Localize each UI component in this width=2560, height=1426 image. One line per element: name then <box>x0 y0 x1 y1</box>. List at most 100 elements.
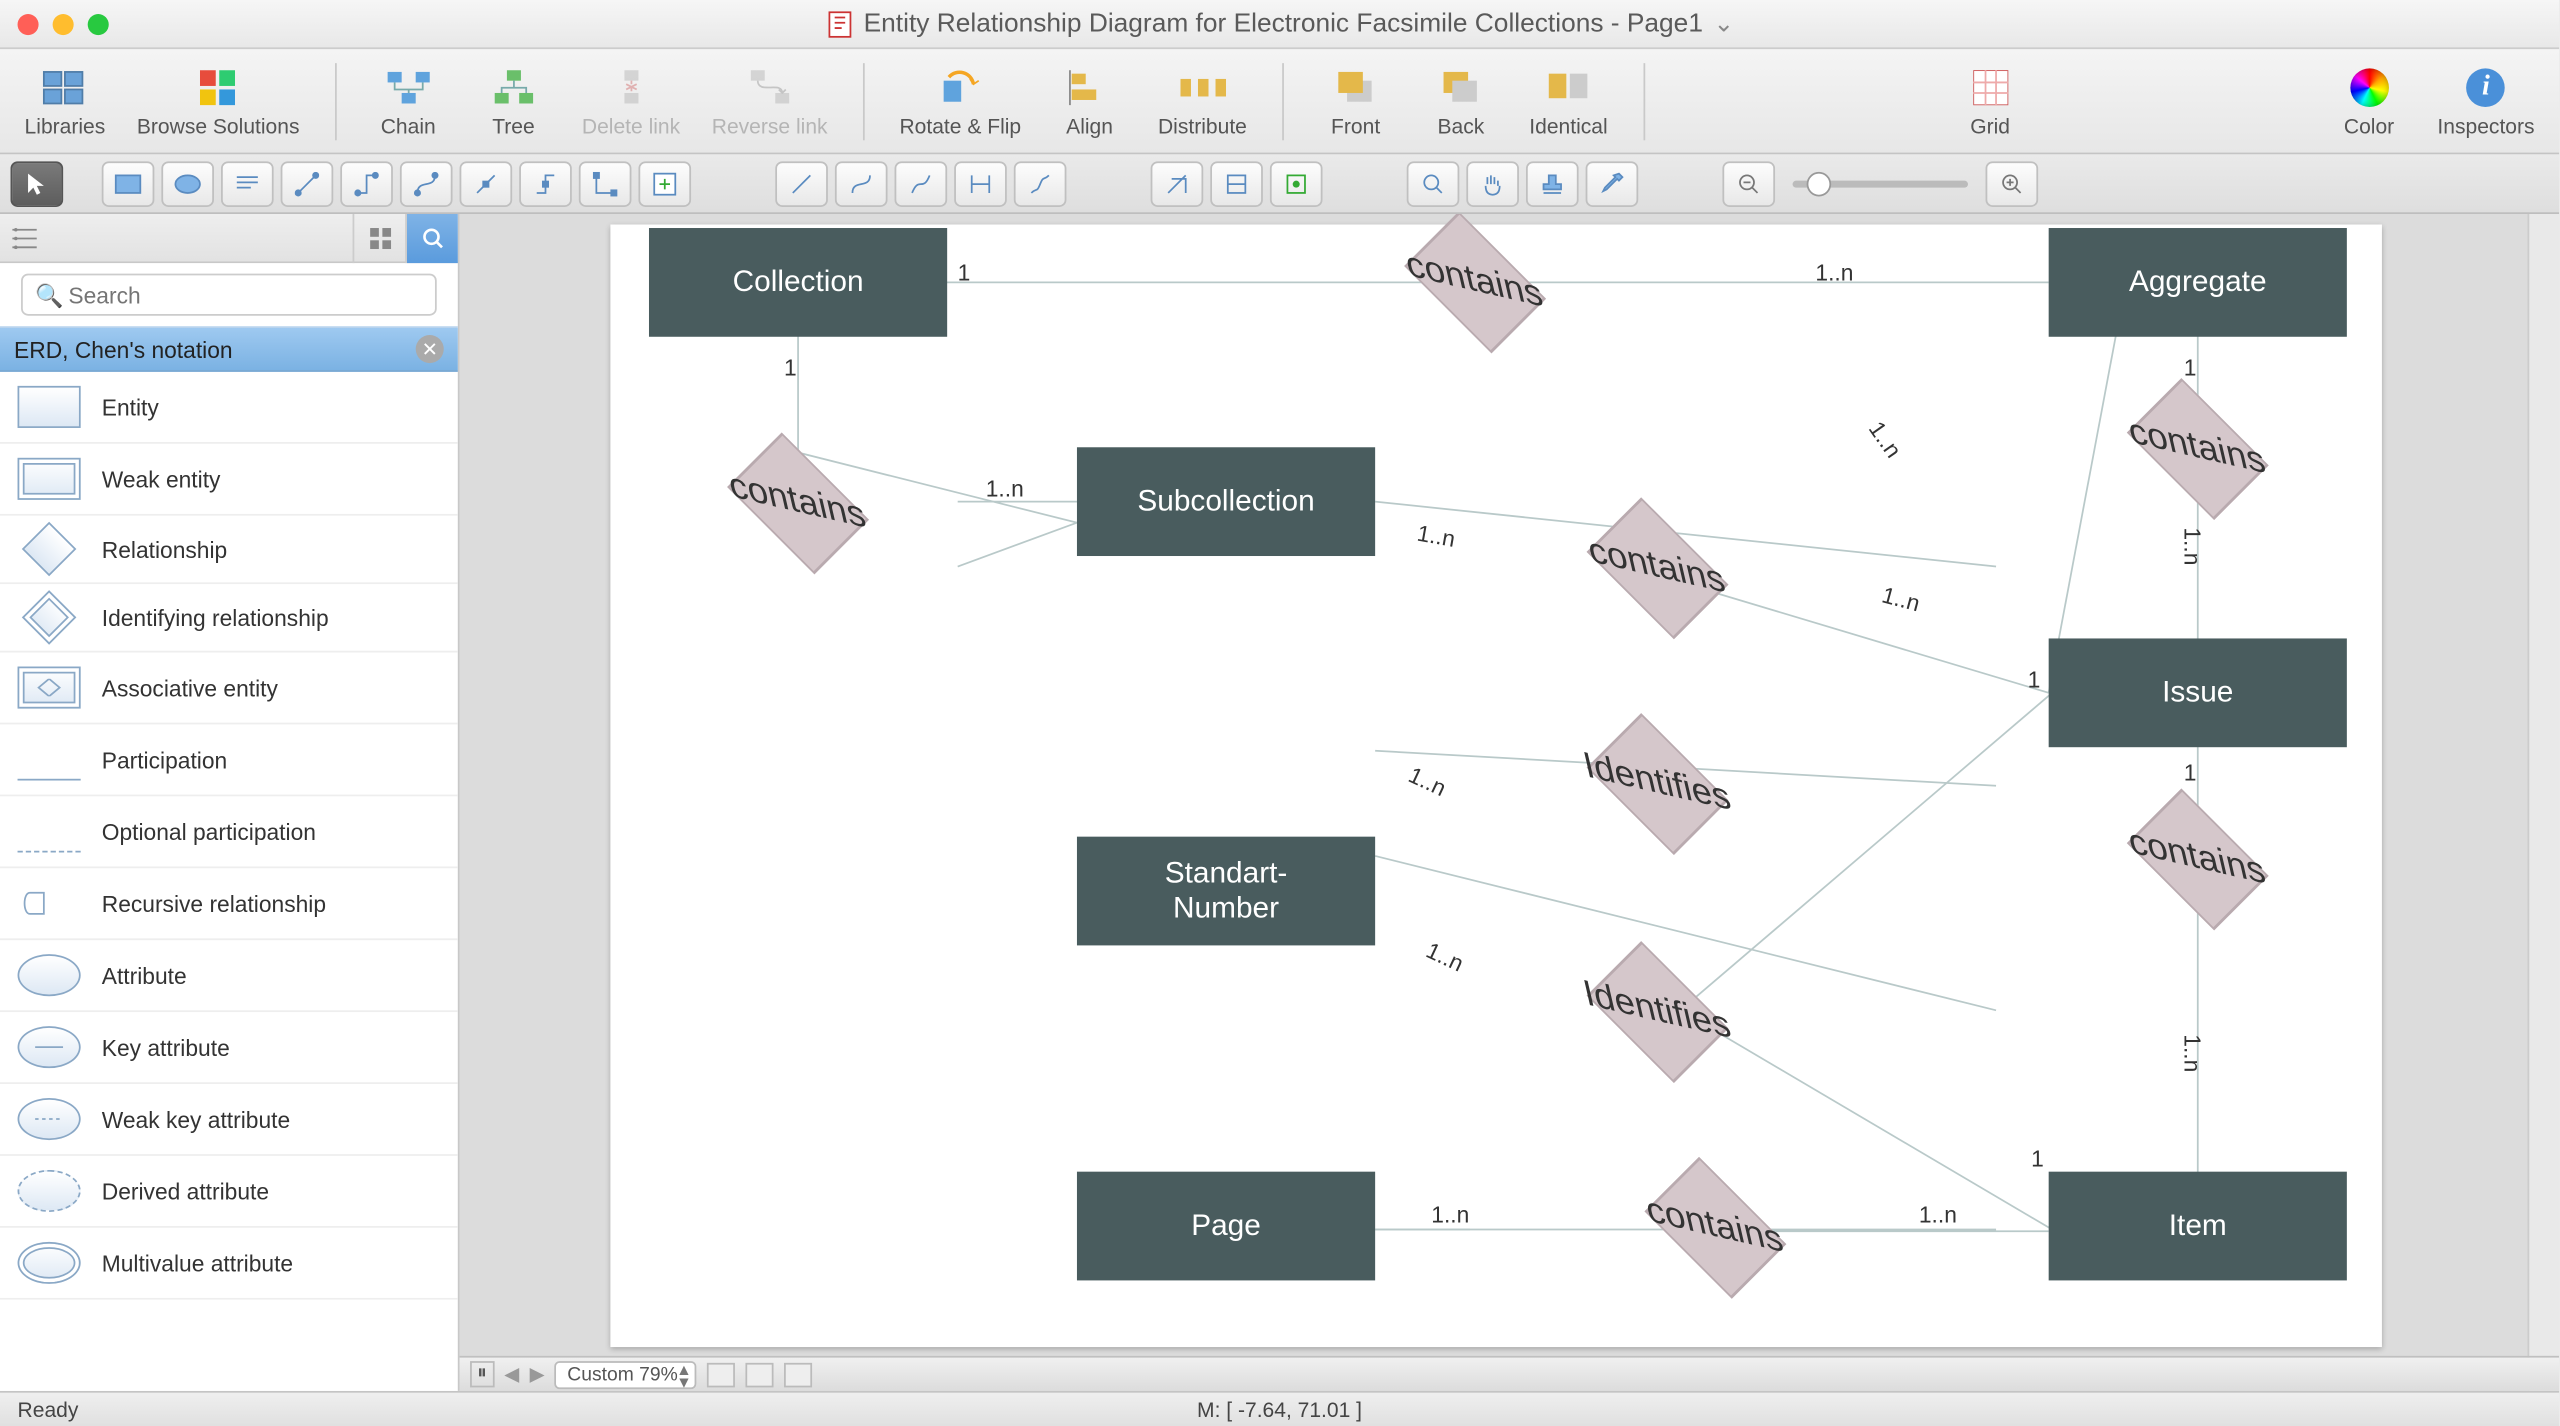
pause-icon[interactable]: ⏸ <box>470 1361 494 1387</box>
misc-tool-3[interactable] <box>1270 160 1323 206</box>
list-item[interactable]: Recursive relationship <box>0 868 458 940</box>
minimize-window[interactable] <box>53 13 74 34</box>
close-library-icon[interactable]: ✕ <box>416 335 444 363</box>
connector-tool-5[interactable] <box>519 160 572 206</box>
align-button[interactable]: Align <box>1046 53 1134 148</box>
list-item[interactable]: Attribute <box>0 940 458 1012</box>
next-page-button[interactable]: ▶ <box>530 1363 545 1386</box>
insert-shape-tool[interactable] <box>638 160 691 206</box>
connector-tool-1[interactable] <box>281 160 334 206</box>
search-tab[interactable] <box>405 213 458 262</box>
library-name: ERD, Chen's notation <box>14 336 233 362</box>
entity-item[interactable]: Item <box>2049 1172 2347 1281</box>
inspectors-button[interactable]: i Inspectors <box>2430 53 2541 148</box>
relationship-identifies-2[interactable]: Identifies <box>1619 973 1696 1050</box>
zoom-in-button[interactable] <box>1986 160 2039 206</box>
list-item[interactable]: Entity <box>0 372 458 444</box>
relationship-contains-3[interactable]: contains <box>1619 530 1696 607</box>
cardinality-label: 1 <box>784 354 797 380</box>
tree-icon <box>491 64 537 110</box>
window-title[interactable]: Entity Relationship Diagram for Electron… <box>825 9 1734 39</box>
zoom-window[interactable] <box>88 13 109 34</box>
reverse-link-button: Reverse link <box>705 53 835 148</box>
zoom-slider[interactable] <box>1793 180 1968 187</box>
entity-issue[interactable]: Issue <box>2049 638 2347 747</box>
entity-subcollection[interactable]: Subcollection <box>1077 447 1375 556</box>
search-input[interactable] <box>21 274 437 316</box>
vertical-scrollbar[interactable] <box>2528 214 2560 1391</box>
list-item[interactable]: Weak entity <box>0 444 458 516</box>
zoom-out-button[interactable] <box>1722 160 1775 206</box>
list-item[interactable]: Optional participation <box>0 796 458 868</box>
text-tool[interactable] <box>221 160 274 206</box>
entity-shape-icon <box>18 386 81 428</box>
hand-tool[interactable] <box>1466 160 1519 206</box>
prev-page-button[interactable]: ◀ <box>504 1363 519 1386</box>
relationship-contains-6[interactable]: contains <box>1677 1189 1754 1266</box>
cardinality-label: 1..n <box>1919 1201 1957 1227</box>
connector-tool-6[interactable] <box>579 160 632 206</box>
zoom-selector[interactable]: Custom 79% ▲▼ <box>555 1360 697 1388</box>
tree-button[interactable]: Tree <box>470 53 558 148</box>
misc-tool-1[interactable] <box>1151 160 1204 206</box>
rect-tool[interactable] <box>102 160 155 206</box>
stamp-tool[interactable] <box>1526 160 1579 206</box>
identical-button[interactable]: Identical <box>1522 53 1614 148</box>
cardinality-label: 1 <box>2028 667 2041 693</box>
list-item[interactable]: Participation <box>0 724 458 796</box>
stepper-icon: ▲▼ <box>676 1364 692 1389</box>
zoom-tool[interactable] <box>1407 160 1460 206</box>
relationship-contains-5[interactable]: contains <box>2159 821 2236 898</box>
spline-tool[interactable] <box>895 160 948 206</box>
browse-solutions-button[interactable]: Browse Solutions <box>130 53 307 148</box>
distribute-button[interactable]: Distribute <box>1151 53 1254 148</box>
chain-icon <box>385 64 431 110</box>
entity-aggregate[interactable]: Aggregate <box>2049 228 2347 337</box>
eyedropper-tool[interactable] <box>1586 160 1639 206</box>
grid-button[interactable]: Grid <box>1946 53 2034 148</box>
connector-tool-2[interactable] <box>340 160 393 206</box>
chain-button[interactable]: Chain <box>364 53 452 148</box>
dimension-tool[interactable] <box>954 160 1007 206</box>
relationship-contains-2[interactable]: contains <box>759 465 836 542</box>
ellipse-tool[interactable] <box>161 160 214 206</box>
grid-view-tab[interactable] <box>353 213 406 262</box>
arc-tool[interactable] <box>835 160 888 206</box>
list-item[interactable]: Associative entity <box>0 652 458 724</box>
library-shapes-list: Entity Weak entity Relationship Identify… <box>0 372 458 1300</box>
entity-page[interactable]: Page <box>1077 1172 1375 1281</box>
misc-tool-2[interactable] <box>1210 160 1263 206</box>
libraries-button[interactable]: Libraries <box>18 53 113 148</box>
pointer-tool[interactable] <box>11 160 64 206</box>
list-item[interactable]: Weak key attribute <box>0 1084 458 1156</box>
connector-tool-3[interactable] <box>400 160 453 206</box>
diagram-canvas[interactable]: Collection Aggregate Subcollection Issue… <box>610 225 2382 1348</box>
close-window[interactable] <box>18 13 39 34</box>
page-thumb-2[interactable] <box>746 1362 774 1387</box>
entity-collection[interactable]: Collection <box>649 228 947 337</box>
front-button[interactable]: Front <box>1312 53 1400 148</box>
connector-tool-4[interactable] <box>460 160 513 206</box>
list-item[interactable]: Key attribute <box>0 1012 458 1084</box>
list-item[interactable]: Derived attribute <box>0 1156 458 1228</box>
relationship-contains-1[interactable]: contains <box>1437 244 1514 321</box>
list-item[interactable]: Relationship <box>0 516 458 584</box>
line-tool[interactable] <box>775 160 828 206</box>
back-button[interactable]: Back <box>1417 53 1505 148</box>
identifying-relationship-shape-icon <box>22 590 77 645</box>
list-item[interactable]: Multivalue attribute <box>0 1228 458 1300</box>
zoom-thumb[interactable] <box>1807 171 1832 196</box>
color-button[interactable]: Color <box>2325 53 2413 148</box>
window-title-text: Entity Relationship Diagram for Electron… <box>864 9 1703 39</box>
entity-standart-number[interactable]: Standart- Number <box>1077 837 1375 946</box>
page-thumb-1[interactable] <box>708 1362 736 1387</box>
relationship-identifies-1[interactable]: Identifies <box>1619 745 1696 822</box>
list-item[interactable]: Identifying relationship <box>0 584 458 652</box>
rotate-flip-button[interactable]: Rotate & Flip <box>892 53 1028 148</box>
list-view-icon[interactable] <box>0 213 49 262</box>
page-thumb-3[interactable] <box>785 1362 813 1387</box>
canvas-area[interactable]: Collection Aggregate Subcollection Issue… <box>460 214 2560 1391</box>
break-tool[interactable] <box>1014 160 1067 206</box>
relationship-contains-4[interactable]: contains <box>2159 410 2236 487</box>
library-header[interactable]: ERD, Chen's notation ✕ <box>0 326 458 372</box>
